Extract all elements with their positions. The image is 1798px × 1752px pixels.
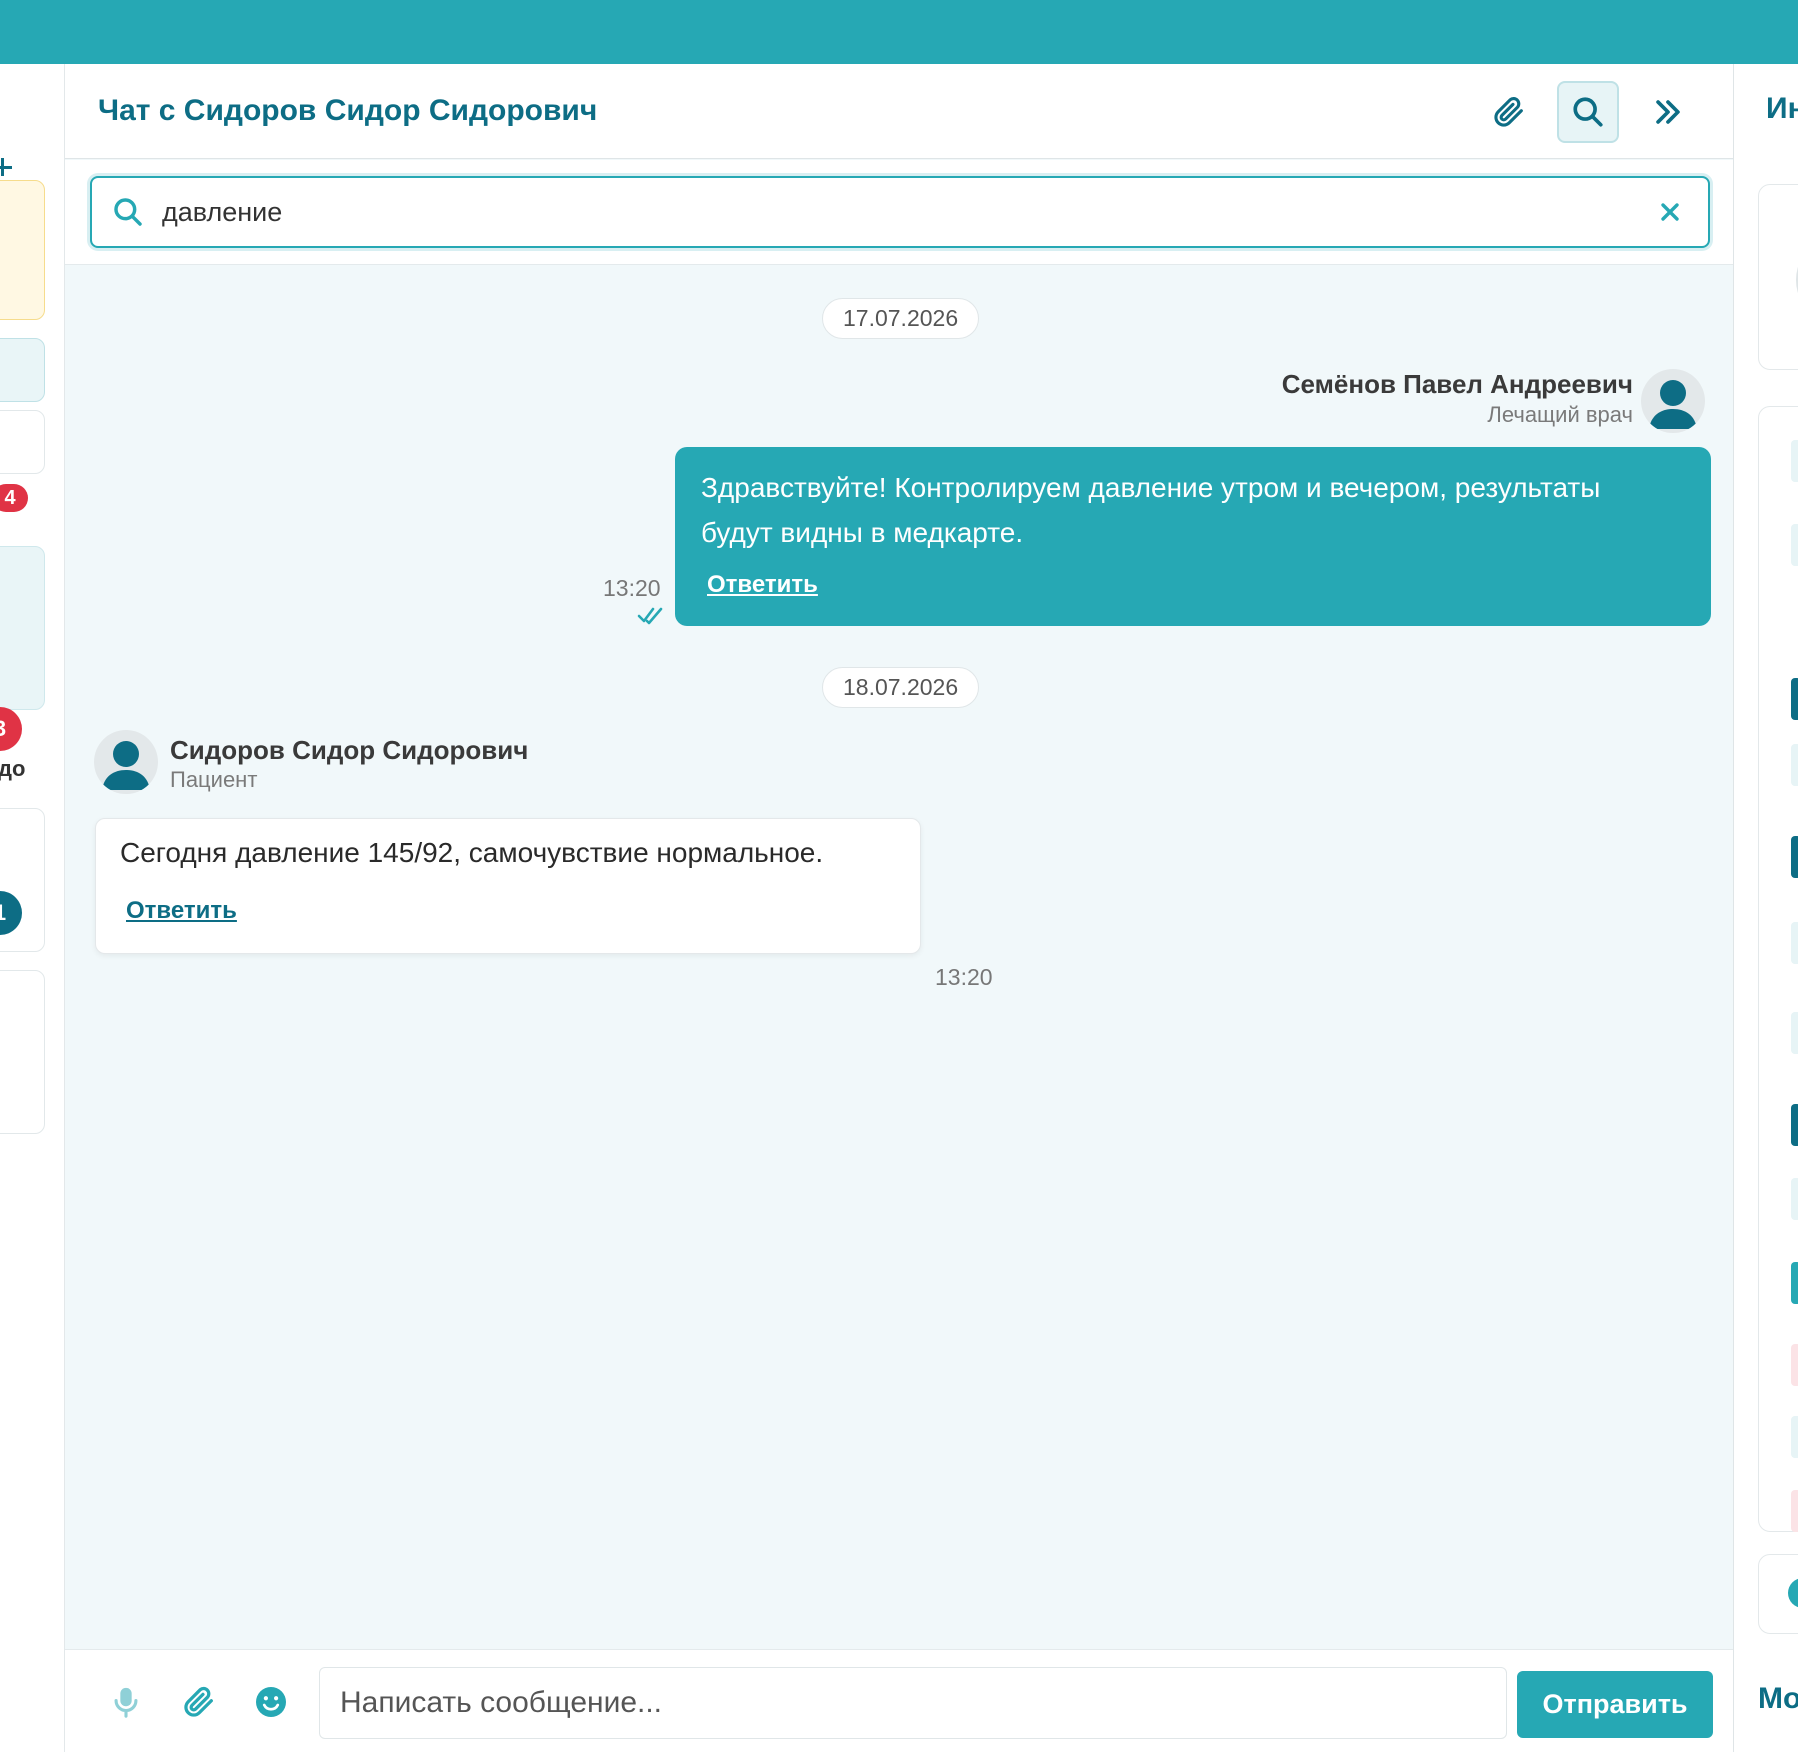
user-icon	[102, 741, 150, 790]
chat-list-item[interactable]	[0, 970, 45, 1134]
chat-list-item[interactable]	[0, 180, 45, 320]
date-separator: 17.07.2026	[822, 298, 980, 339]
search-icon	[1573, 97, 1603, 127]
message-input[interactable]	[319, 1667, 1507, 1739]
sender-name: Сидоров Сидор Сидорович	[170, 735, 529, 765]
chat-list-item[interactable]	[0, 410, 45, 474]
date-separator: 18.07.2026	[822, 667, 980, 708]
attachments-button[interactable]	[1477, 81, 1539, 143]
add-chat-icon[interactable]	[0, 156, 16, 178]
sender-role: Лечащий врач	[1487, 402, 1633, 427]
info-row-marker	[1791, 1344, 1798, 1386]
sender-name: Семёнов Павел Андреевич	[1281, 369, 1633, 399]
emoji-icon[interactable]	[253, 1684, 289, 1720]
chat-list-sidebar: 4 3 до 1	[0, 64, 65, 1752]
message-composer: Отправить	[65, 1649, 1733, 1752]
info-row-marker	[1791, 1012, 1798, 1054]
top-bar	[0, 0, 1798, 64]
double-chevron-right-icon	[1656, 100, 1680, 124]
chat-title: Чат с Сидоров Сидор Сидорович	[98, 94, 598, 127]
info-row-marker	[1791, 1416, 1798, 1458]
user-icon	[1649, 380, 1697, 429]
paperclip-icon	[1494, 96, 1523, 127]
info-sidebar: Ин Мо	[1733, 64, 1798, 1752]
info-row-marker	[1791, 836, 1798, 878]
send-button[interactable]: Отправить	[1517, 1671, 1713, 1738]
collapse-panel-button[interactable]	[1637, 81, 1699, 143]
message-bubble-incoming: Сегодня давление 145/92, самочувствие но…	[95, 818, 921, 954]
message-search-bar	[65, 160, 1733, 265]
double-check-icon	[637, 607, 663, 625]
chat-panel: Чат с Сидоров Сидор Сидорович 17.07.2026…	[65, 64, 1733, 1752]
sender-role: Пациент	[170, 767, 258, 792]
message-time: 13:20	[603, 575, 661, 601]
unread-badge: 3	[0, 707, 22, 751]
info-row-marker	[1791, 744, 1798, 786]
search-icon	[114, 198, 142, 226]
info-row-marker	[1791, 440, 1798, 482]
message-text: Здравствуйте! Контролируем давление утро…	[701, 472, 1601, 548]
reply-link[interactable]: Ответить	[126, 897, 237, 925]
info-row-marker	[1791, 678, 1798, 720]
info-row-marker	[1791, 922, 1798, 964]
info-row-marker	[1791, 1262, 1798, 1304]
info-panel-title: Ин	[1766, 92, 1798, 125]
search-input[interactable]	[162, 197, 1562, 228]
avatar	[94, 730, 158, 794]
search-toggle-button[interactable]	[1557, 81, 1619, 143]
reply-link[interactable]: Ответить	[707, 571, 818, 599]
info-row-marker	[1791, 1490, 1798, 1532]
chat-preview-text: до	[0, 756, 26, 781]
message-text: Сегодня давление 145/92, самочувствие но…	[120, 837, 824, 868]
info-row-marker	[1791, 524, 1798, 566]
message-time: 13:20	[935, 964, 993, 990]
chat-list-item[interactable]	[0, 546, 45, 710]
paperclip-icon[interactable]	[181, 1684, 215, 1720]
message-search-box	[90, 176, 1710, 248]
info-row-marker	[1791, 1104, 1798, 1146]
microphone-icon[interactable]	[109, 1684, 143, 1720]
message-bubble-outgoing: Здравствуйте! Контролируем давление утро…	[675, 447, 1711, 626]
avatar	[1641, 369, 1705, 433]
info-card	[1758, 184, 1798, 370]
chat-header: Чат с Сидоров Сидор Сидорович	[65, 64, 1733, 159]
chat-list-item[interactable]	[0, 338, 45, 402]
clear-search-icon[interactable]	[1658, 200, 1682, 224]
unread-badge: 4	[0, 484, 28, 512]
info-row-marker	[1791, 1178, 1798, 1220]
info-section-title: Мо	[1758, 1682, 1798, 1715]
